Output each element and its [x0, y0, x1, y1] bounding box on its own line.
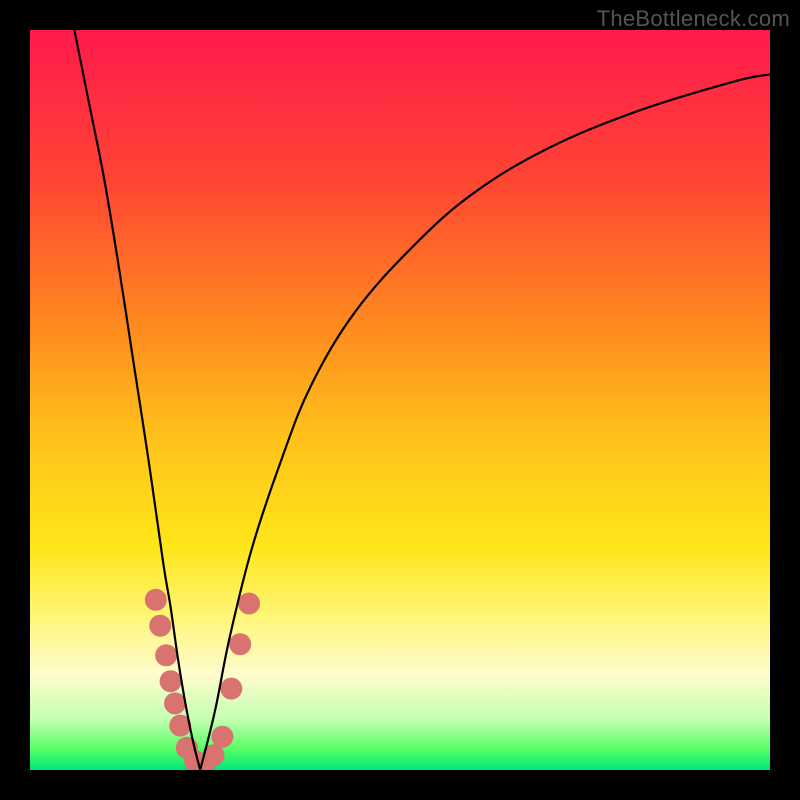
plot-area: [30, 30, 770, 770]
highlight-markers: [145, 589, 260, 770]
marker-dot: [145, 589, 167, 611]
marker-dot: [149, 615, 171, 637]
right-branch-curve: [200, 74, 770, 770]
marker-dot: [220, 678, 242, 700]
watermark-text: TheBottleneck.com: [597, 6, 790, 32]
marker-dot: [164, 692, 186, 714]
marker-dot: [229, 633, 251, 655]
chart-frame: TheBottleneck.com: [0, 0, 800, 800]
marker-dot: [211, 726, 233, 748]
marker-dot: [238, 593, 260, 615]
marker-dot: [155, 644, 177, 666]
marker-dot: [160, 670, 182, 692]
left-branch-curve: [74, 30, 200, 770]
curves-layer: [30, 30, 770, 770]
